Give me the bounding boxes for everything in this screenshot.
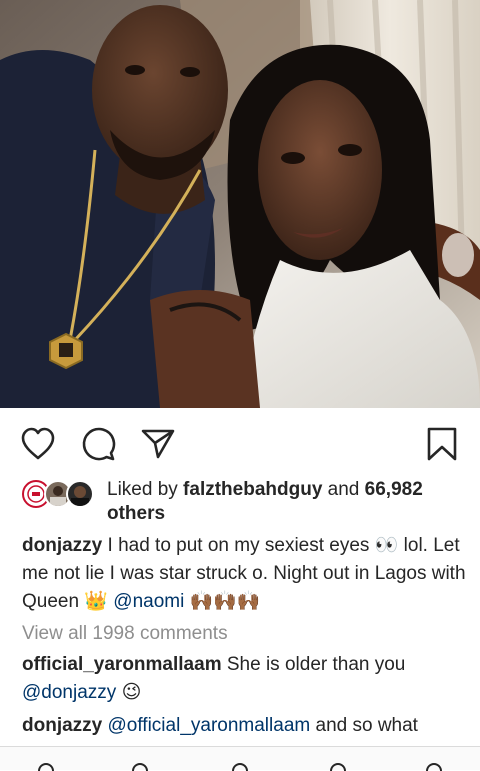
bottom-navigation-bar [0,746,480,771]
search-icon[interactable] [132,763,148,771]
liker-username[interactable]: falzthebahdguy [183,479,322,500]
comment-username[interactable]: donjazzy [22,715,102,736]
add-post-icon[interactable] [232,763,248,771]
wink-emoji: 😉 [121,682,142,703]
raised-hands-emoji: 🙌🏾🙌🏾🙌🏾 [189,591,261,613]
comment: donjazzy @official_yaronmallaam and so w… [22,712,472,740]
likes-count[interactable]: 66,982 [365,479,423,500]
liker-avatars [22,480,98,510]
likes-and: and [322,479,365,500]
likes-row[interactable]: Liked by falzthebahdguy and 66,982 other… [22,478,462,526]
comment-text: She is older than you [221,654,406,675]
comment-text: and so what [310,715,418,736]
crown-emoji: 👑 [84,591,108,613]
post-caption: donjazzy I had to put on my sexiest eyes… [22,532,472,616]
likes-text: Liked by falzthebahdguy and 66,982 other… [107,478,457,526]
heart-outline-icon[interactable] [20,426,56,462]
paper-plane-icon[interactable] [140,426,176,462]
comment-username[interactable]: official_yaronmallaam [22,654,222,675]
likes-prefix: Liked by [107,479,184,500]
post-photo[interactable] [0,0,480,408]
caption-text: I had to put on my sexiest eyes [102,535,375,557]
bookmark-icon[interactable] [424,426,460,462]
likes-others[interactable]: others [107,503,165,524]
eyes-emoji: 👀 [374,535,399,556]
comment-bubble-icon[interactable] [80,426,116,462]
home-icon[interactable] [38,763,54,771]
caption-mention[interactable]: @naomi [113,591,184,612]
activity-icon[interactable] [330,763,346,771]
comment: official_yaronmallaam She is older than … [22,651,472,707]
profile-icon[interactable] [426,763,442,771]
avatar [66,480,94,508]
post-action-bar [0,408,480,476]
comment-mention[interactable]: @official_yaronmallaam [108,715,311,736]
comment-mention[interactable]: @donjazzy [22,682,116,703]
caption-username[interactable]: donjazzy [22,535,102,556]
post-photo-image [0,0,480,408]
view-all-comments-link[interactable]: View all 1998 comments [22,622,228,646]
